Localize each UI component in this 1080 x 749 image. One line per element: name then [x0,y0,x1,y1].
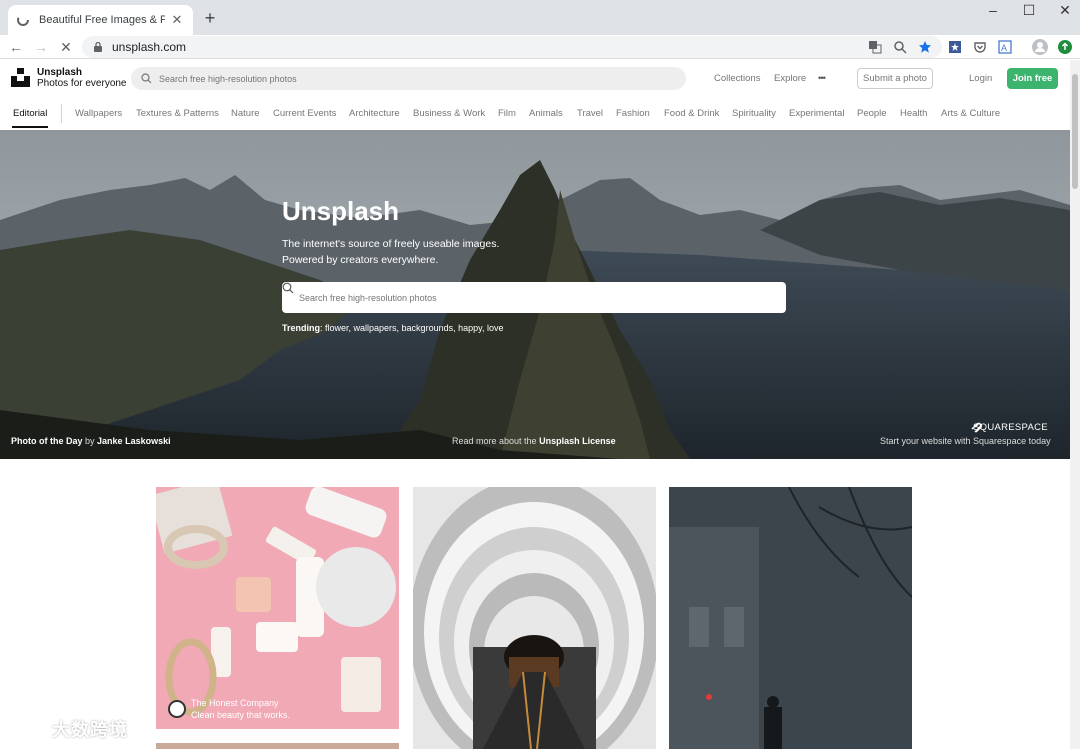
collections-link[interactable]: Collections [714,73,760,84]
stop-loading-icon[interactable]: ✕ [56,37,76,57]
profile-avatar-icon[interactable] [1032,39,1048,55]
license-prefix: Read more about the [452,436,537,446]
browser-tab-strip: Beautiful Free Images & Pictures ✕ + – ☐… [0,0,1080,35]
gallery-photo-honest-company[interactable]: The Honest Company Clean beauty that wor… [156,487,399,729]
zoom-icon[interactable] [892,39,908,55]
svg-text:A: A [1001,43,1007,53]
hero-search-input[interactable] [299,292,759,303]
unsplash-logo-icon[interactable] [11,68,30,87]
photo-of-day-label[interactable]: Photo of the Day [11,436,83,446]
hero-subtitle-line-1: The internet's source of freely useable … [282,238,500,250]
squarespace-cta[interactable]: Start your website with Squarespace toda… [880,436,1051,446]
squarespace-logo[interactable]: SQUARESPACE [970,422,1048,433]
active-category-indicator [12,126,48,128]
tab-close-icon[interactable]: ✕ [169,12,185,28]
category-editorial[interactable]: Editorial [13,108,47,119]
lock-icon [94,41,102,52]
squarespace-wordmark: SQUARESPACE [973,422,1048,433]
update-icon[interactable] [1057,39,1073,55]
search-icon [282,282,294,294]
photographer-link[interactable]: Janke Laskowski [97,436,171,446]
brand-tagline: Photos for everyone [37,78,127,89]
minimize-button[interactable]: – [974,0,1012,22]
cosmetics-photo [156,487,399,729]
header-search-input[interactable] [159,73,659,84]
pocket-icon[interactable] [972,39,988,55]
category-nav: Editorial Wallpapers Textures & Patterns… [0,98,1070,129]
forward-arrow-icon[interactable]: → [31,37,51,57]
category-travel[interactable]: Travel [577,108,603,119]
squarespace-icon [971,422,983,433]
watermark-text: 大数跨境 [52,720,128,740]
hero-subtitle-line-2: Powered by creators everywhere. [282,254,439,266]
sponsor-tagline: Clean beauty that works. [191,710,291,720]
address-bar[interactable]: unsplash.com [82,36,942,58]
category-nature[interactable]: Nature [231,108,260,119]
site-header: Unsplash Photos for everyone Collections… [0,60,1070,96]
hero-banner: Unsplash The internet's source of freely… [0,130,1070,459]
hero-search[interactable] [282,282,786,313]
category-food-drink[interactable]: Food & Drink [664,108,719,119]
sponsor-name: The Honest Company [191,698,279,708]
photo-of-the-day: Photo of the Day by Janke Laskowski [11,436,171,446]
gallery-photo-tunnel[interactable] [413,487,656,749]
category-people[interactable]: People [857,108,887,119]
scrollbar-thumb[interactable] [1072,74,1078,189]
sponsor-avatar [168,700,186,718]
hero-title: Unsplash [282,196,400,226]
tab-title: Beautiful Free Images & Pictures [39,14,165,26]
header-search[interactable] [131,67,686,90]
loading-icon [16,13,30,27]
bookmark-star-icon[interactable] [917,39,933,55]
sponsor-badge[interactable]: The Honest Company Clean beauty that wor… [168,697,290,721]
join-free-button[interactable]: Join free [1007,68,1058,89]
license-note: Read more about the Unsplash License [452,436,616,446]
category-architecture[interactable]: Architecture [349,108,400,119]
tunnel-photo [413,487,656,749]
browser-toolbar: ← → ✕ unsplash.com A [0,35,1080,59]
category-health[interactable]: Health [900,108,927,119]
close-window-button[interactable]: ✕ [1046,0,1080,22]
license-link[interactable]: Unsplash License [539,436,616,446]
more-menu-icon[interactable]: ••• [818,73,826,84]
category-textures-patterns[interactable]: Textures & Patterns [136,108,219,119]
hero-subtitle: The internet's source of freely useable … [282,236,499,268]
trending: Trending: flower, wallpapers, background… [282,323,504,333]
back-arrow-icon[interactable]: ← [6,37,26,57]
watermark-logo-icon [9,721,40,737]
browser-tab[interactable]: Beautiful Free Images & Pictures ✕ [8,5,193,35]
new-tab-button[interactable]: + [199,8,221,30]
trending-label: Trending [282,323,320,333]
category-business-work[interactable]: Business & Work [413,108,485,119]
gallery-photo-foggy-street[interactable] [669,487,912,749]
translate-icon[interactable] [867,39,883,55]
category-wallpapers[interactable]: Wallpapers [75,108,122,119]
category-current-events[interactable]: Current Events [273,108,336,119]
category-experimental[interactable]: Experimental [789,108,844,119]
search-icon [141,73,152,84]
brand[interactable]: Unsplash Photos for everyone [37,67,127,90]
maximize-button[interactable]: ☐ [1010,0,1048,22]
url-text: unsplash.com [112,40,187,54]
extension-dictionary-icon[interactable]: A [997,39,1013,55]
category-film[interactable]: Film [498,108,516,119]
photo-by-text: by [85,436,95,446]
submit-photo-button[interactable]: Submit a photo [857,68,933,89]
category-arts-culture[interactable]: Arts & Culture [941,108,1000,119]
foggy-street-photo [669,487,912,749]
explore-link[interactable]: Explore [774,73,806,84]
login-link[interactable]: Login [969,73,992,84]
page-scrollbar[interactable] [1070,60,1080,749]
category-spirituality[interactable]: Spirituality [732,108,776,119]
category-divider [61,104,62,123]
watermark: 大数跨境 [8,716,128,742]
extension-star-icon[interactable] [947,39,963,55]
category-animals[interactable]: Animals [529,108,563,119]
trending-items[interactable]: flower, wallpapers, backgrounds, happy, … [325,323,503,333]
gallery-photo-partial[interactable] [156,743,399,749]
category-fashion[interactable]: Fashion [616,108,650,119]
brand-name: Unsplash [37,67,83,78]
